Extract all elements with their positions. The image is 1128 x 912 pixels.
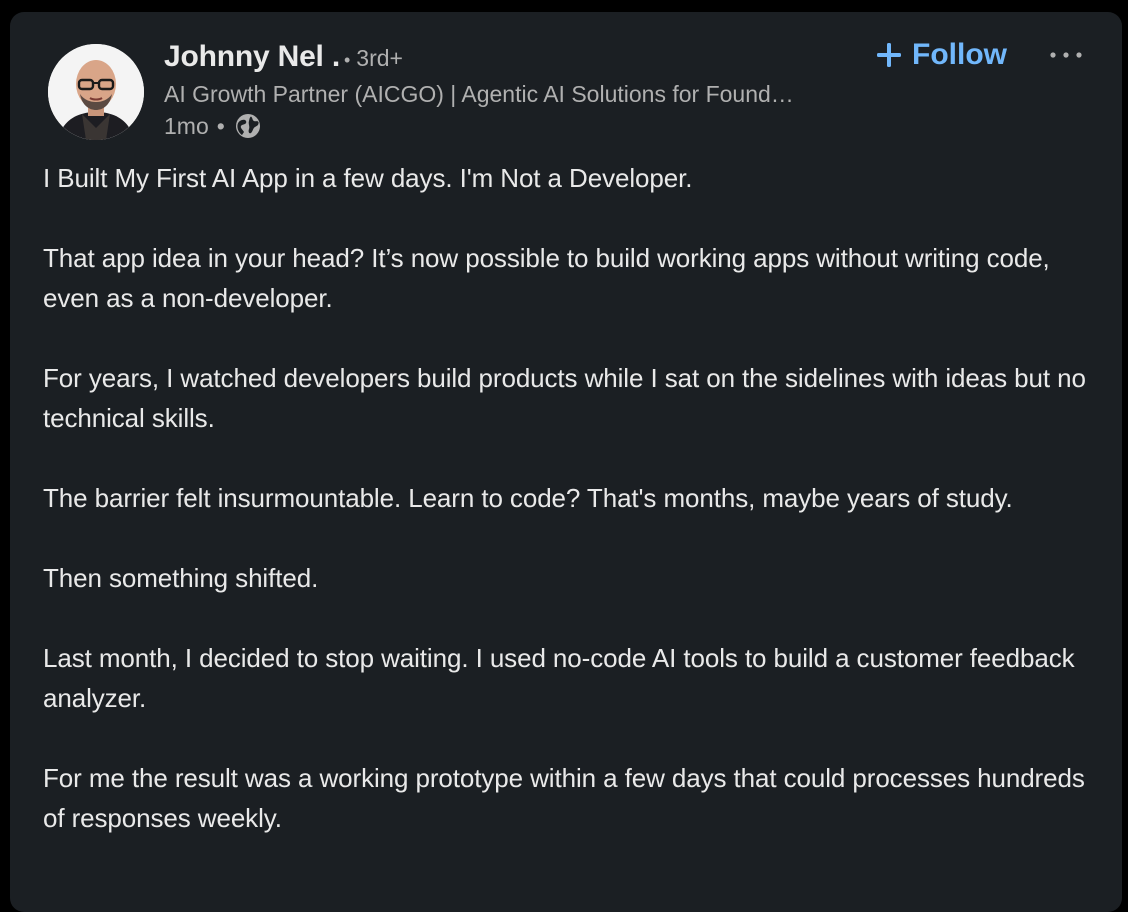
follow-button[interactable]: Follow (870, 34, 1013, 76)
globe-icon (233, 111, 263, 141)
author-name[interactable]: Johnny Nel . (164, 40, 340, 74)
post-paragraph: For me the result was a working prototyp… (43, 763, 1085, 833)
plus-icon (877, 43, 901, 67)
post-paragraph: Last month, I decided to stop waiting. I… (43, 643, 1075, 713)
avatar[interactable] (48, 44, 144, 140)
more-options-button[interactable] (1046, 42, 1086, 68)
post-meta: 1mo • (164, 111, 263, 141)
post-paragraph: For years, I watched developers build pr… (43, 363, 1086, 433)
author-photo (48, 44, 144, 140)
connection-degree: 3rd+ (356, 45, 403, 71)
degree-separator: • (343, 50, 351, 70)
time-separator: • (216, 112, 225, 139)
author-headline: AI Growth Partner (AICGO) | Agentic AI S… (164, 81, 794, 107)
post-paragraph: The barrier felt insurmountable. Learn t… (43, 483, 1013, 513)
post-paragraph: That app idea in your head? It’s now pos… (43, 243, 1050, 313)
post-paragraph: Then something shifted. (43, 563, 319, 593)
ellipsis-icon (1050, 52, 1082, 58)
author-name-row: Johnny Nel . • 3rd+ (164, 40, 403, 80)
follow-label: Follow (912, 38, 1007, 71)
post-card: Johnny Nel . • 3rd+ AI Growth Partner (A… (10, 12, 1122, 912)
post-time: 1mo (164, 112, 209, 139)
post-paragraph: I Built My First AI App in a few days. I… (43, 163, 693, 193)
post-body: I Built My First AI App in a few days. I… (43, 158, 1093, 878)
